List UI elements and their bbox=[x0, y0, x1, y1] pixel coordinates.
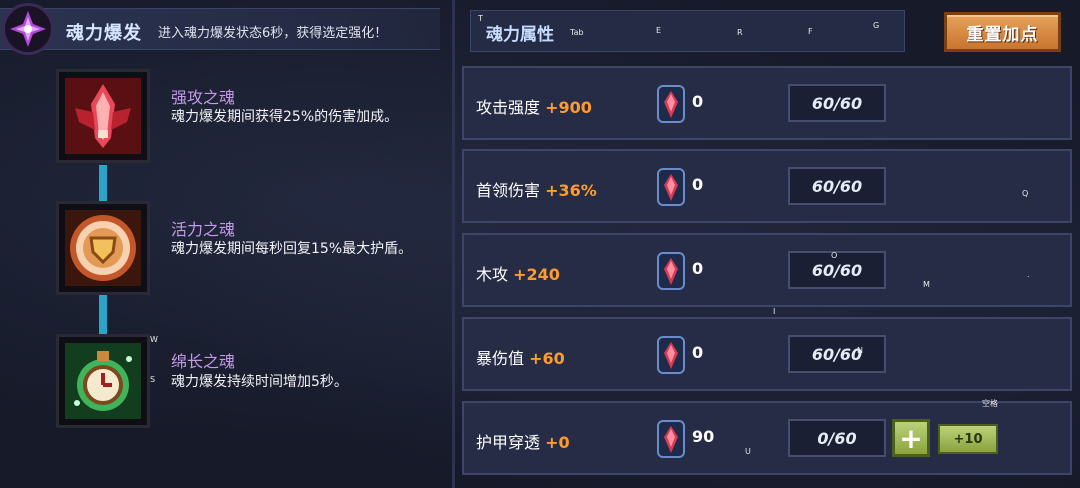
gem-count: 0 bbox=[692, 343, 704, 362]
key-hint-space: 空格 bbox=[982, 399, 998, 408]
vitality-soul-icon bbox=[65, 210, 141, 286]
stat-row-wood-attack[interactable]: 木攻 +240 0 60/60 bbox=[462, 233, 1072, 307]
stat-label: 护甲穿透 +0 bbox=[476, 433, 570, 452]
soul-description: 魂力爆发期间每秒回复15%最大护盾。 bbox=[171, 241, 413, 257]
key-hint-n: N bbox=[857, 346, 863, 355]
stat-bonus: +900 bbox=[545, 98, 592, 117]
key-hint-w: W bbox=[150, 335, 158, 344]
stat-bonus: +0 bbox=[545, 433, 570, 452]
soul-description: 魂力爆发期间获得25%的伤害加成。 bbox=[171, 109, 399, 125]
key-hint-s: S bbox=[150, 375, 156, 384]
add-point-button[interactable]: + bbox=[892, 419, 930, 457]
stat-row-crit-damage[interactable]: 暴伤值 +60 0 60/60 bbox=[462, 317, 1072, 391]
soul-burst-description: 进入魂力爆发状态6秒，获得选定强化！ bbox=[158, 26, 388, 41]
soul-name: 绵长之魂 bbox=[171, 352, 236, 371]
stat-row-boss-damage[interactable]: 首领伤害 +36% 0 60/60 bbox=[462, 149, 1072, 223]
gem-count: 90 bbox=[692, 427, 715, 446]
add-ten-points-button[interactable]: +10 bbox=[938, 424, 998, 454]
stat-label: 暴伤值 +60 bbox=[476, 349, 565, 368]
stat-progress: 60/60 bbox=[788, 167, 886, 205]
soul-gem-icon bbox=[657, 85, 685, 123]
key-hint-e: E bbox=[656, 26, 662, 35]
soul-burst-icon bbox=[2, 3, 54, 55]
stat-bonus: +240 bbox=[513, 265, 560, 284]
panel-divider bbox=[452, 0, 455, 488]
soul-name: 活力之魂 bbox=[171, 220, 236, 239]
soul-gem-icon bbox=[657, 336, 685, 374]
gem-count: 0 bbox=[692, 175, 704, 194]
soul-card-endurance[interactable] bbox=[56, 334, 150, 428]
stat-label: 攻击强度 +900 bbox=[476, 98, 592, 117]
soul-name: 强攻之魂 bbox=[171, 88, 236, 107]
key-hint-q: Q bbox=[1022, 189, 1029, 198]
key-hint-dot: . bbox=[1027, 270, 1030, 279]
stat-bonus: +60 bbox=[529, 349, 565, 368]
stat-label: 首领伤害 +36% bbox=[476, 181, 597, 200]
endurance-soul-icon bbox=[65, 343, 141, 419]
key-hint-m: M bbox=[923, 280, 930, 289]
key-hint-r: R bbox=[737, 28, 743, 37]
strike-soul-icon bbox=[65, 78, 141, 154]
key-hint-g: G bbox=[873, 21, 880, 30]
soul-attributes-title[interactable]: 魂力属性 bbox=[486, 20, 554, 45]
key-hint-f: F bbox=[808, 27, 813, 36]
stat-progress: 0/60 bbox=[788, 419, 886, 457]
gem-count: 0 bbox=[692, 92, 704, 111]
stat-bonus: +36% bbox=[545, 181, 597, 200]
stat-progress: 60/60 bbox=[788, 335, 886, 373]
soul-card-vitality[interactable] bbox=[56, 201, 150, 295]
key-hint-i: I bbox=[773, 307, 776, 316]
key-hint-t: T bbox=[478, 14, 483, 23]
soul-burst-title: 魂力爆发 bbox=[66, 23, 142, 44]
soul-gem-icon bbox=[657, 420, 685, 458]
stat-progress: 60/60 bbox=[788, 84, 886, 122]
gem-count: 0 bbox=[692, 259, 704, 278]
soul-gem-icon bbox=[657, 168, 685, 206]
stat-label: 木攻 +240 bbox=[476, 265, 560, 284]
soul-description: 魂力爆发持续时间增加5秒。 bbox=[171, 374, 348, 390]
stat-row-attack[interactable]: 攻击强度 +900 0 60/60 bbox=[462, 66, 1072, 140]
key-hint-tab: Tab bbox=[570, 28, 584, 37]
soul-gem-icon bbox=[657, 252, 685, 290]
key-hint-u: U bbox=[745, 447, 751, 456]
reset-points-button[interactable]: 重置加点 bbox=[944, 12, 1061, 52]
key-hint-o: O bbox=[831, 251, 838, 260]
soul-card-strike[interactable] bbox=[56, 69, 150, 163]
